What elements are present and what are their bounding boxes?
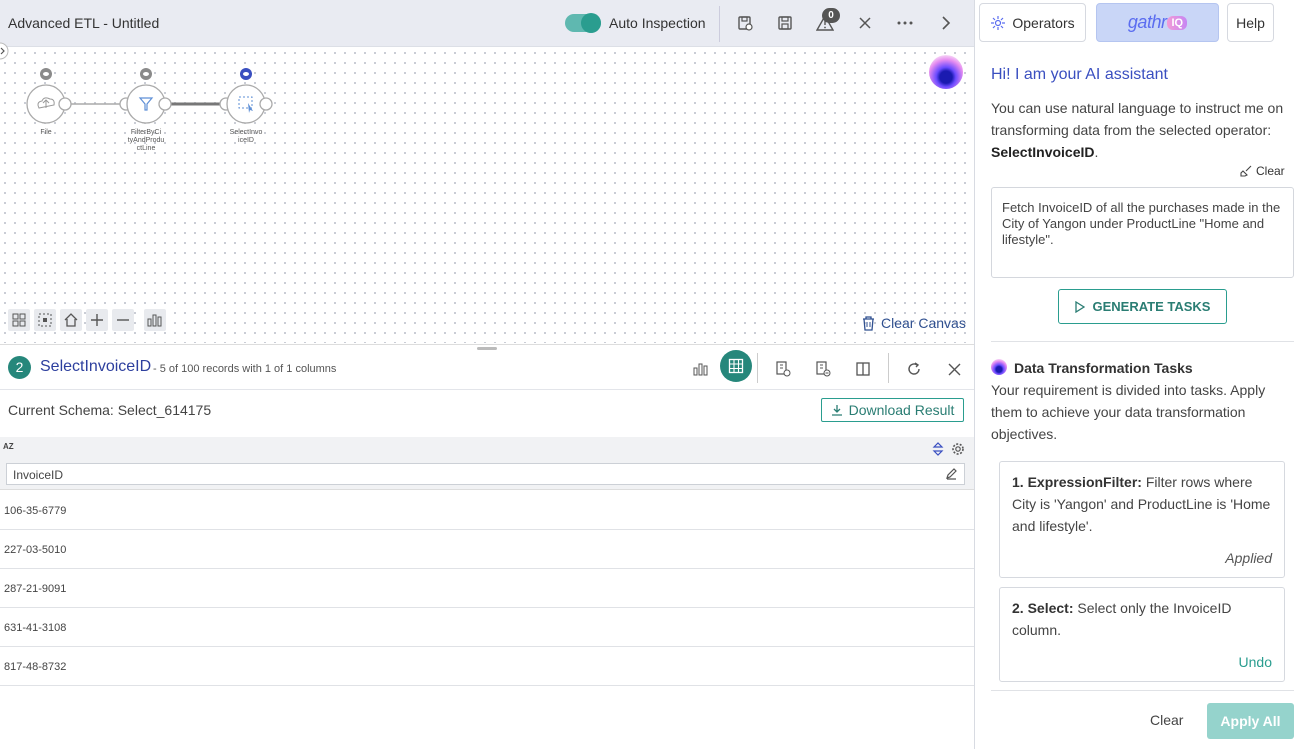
panel-divider xyxy=(0,344,975,345)
column-name-label: InvoiceID xyxy=(13,468,64,482)
node-select[interactable] xyxy=(219,68,273,124)
zoom-in-icon[interactable] xyxy=(86,309,108,331)
close-icon[interactable] xyxy=(854,12,876,34)
task-undo-link[interactable]: Undo xyxy=(1239,651,1272,673)
ai-description: You can use natural language to instruct… xyxy=(991,97,1291,163)
node-label-select: SelectInvo iceID xyxy=(229,129,263,144)
tasks-description: Your requirement is divided into tasks. … xyxy=(991,382,1266,442)
broom-icon xyxy=(1240,165,1252,177)
schema-bar: Current Schema: Select_614175 Download R… xyxy=(0,391,975,436)
clear-prompt-label: Clear xyxy=(1256,164,1285,178)
node-file[interactable] xyxy=(26,68,72,124)
tab-operators-label: Operators xyxy=(1012,14,1075,31)
table-row: 106-35-6779 xyxy=(0,491,975,530)
result-subtitle: - 5 of 100 records with 1 of 1 columns xyxy=(153,363,337,375)
table-row: 227-03-5010 xyxy=(0,530,975,569)
clear-canvas-button[interactable]: Clear Canvas xyxy=(862,315,966,331)
more-options-icon[interactable] xyxy=(894,12,916,34)
fit-view-icon[interactable] xyxy=(8,309,30,331)
download-result-button[interactable]: Download Result xyxy=(821,398,964,422)
play-icon xyxy=(1074,300,1085,313)
table-cell: 631-41-3108 xyxy=(4,622,67,634)
chart-view-icon[interactable] xyxy=(144,309,166,331)
node-label-file: File xyxy=(40,129,52,136)
string-type-icon: AZ xyxy=(3,442,14,451)
selected-operator-name: SelectInvoiceID xyxy=(991,144,1095,160)
clear-canvas-label: Clear Canvas xyxy=(881,315,966,331)
table-row: 631-41-3108 xyxy=(0,608,975,647)
table-cell: 817-48-8732 xyxy=(4,661,67,673)
tab-gathr-iq[interactable]: gathr IQ xyxy=(1096,3,1219,42)
close-icon[interactable] xyxy=(939,354,969,384)
toolbar-divider xyxy=(719,6,720,42)
chevron-right-icon[interactable] xyxy=(935,12,957,34)
table-view-icon[interactable] xyxy=(720,350,752,382)
generate-tasks-label: GENERATE TASKS xyxy=(1092,299,1211,314)
split-view-icon[interactable] xyxy=(848,354,878,384)
node-filter[interactable] xyxy=(119,68,172,124)
task-status-applied: Applied xyxy=(1225,550,1272,566)
remove-column-icon[interactable] xyxy=(808,354,838,384)
save-icon[interactable] xyxy=(774,12,796,34)
section-divider xyxy=(991,690,1294,691)
ai-description-end: . xyxy=(1094,144,1099,160)
save-as-icon[interactable] xyxy=(734,12,756,34)
generate-tasks-button[interactable]: GENERATE TASKS xyxy=(1058,289,1227,324)
result-header: 2 SelectInvoiceID - 5 of 100 records wit… xyxy=(0,350,975,390)
task-card: 1. ExpressionFilter: Filter rows where C… xyxy=(999,461,1285,578)
node-label-filter: FilterByCi tyAndProdu ctLine xyxy=(127,129,165,152)
task-card: 2. Select: Select only the InvoiceID col… xyxy=(999,587,1285,682)
add-column-icon[interactable] xyxy=(768,354,798,384)
trash-icon xyxy=(863,315,874,331)
table-cell: 106-35-6779 xyxy=(4,505,67,517)
ai-greeting: Hi! I am your AI assistant xyxy=(991,66,1168,83)
result-title: SelectInvoiceID xyxy=(40,358,152,375)
refresh-icon[interactable] xyxy=(899,354,929,384)
task-heading: 1. ExpressionFilter: xyxy=(1012,474,1142,490)
prompt-textarea[interactable]: Fetch InvoiceID of all the purchases mad… xyxy=(991,187,1294,278)
auto-inspection-toggle[interactable] xyxy=(565,13,601,33)
auto-inspection-label: Auto Inspection xyxy=(609,15,706,31)
step-number-badge: 2 xyxy=(8,356,31,379)
column-name-field[interactable]: InvoiceID xyxy=(6,463,965,485)
ai-assistant-orb-icon[interactable] xyxy=(929,55,963,89)
tab-help[interactable]: Help xyxy=(1227,3,1274,42)
ai-assistant-panel: Operators gathr IQ Help Hi! I am your AI… xyxy=(975,0,1306,749)
app-title: Advanced ETL - Untitled xyxy=(8,15,160,31)
home-icon[interactable] xyxy=(60,309,82,331)
table-row: 817-48-8732 xyxy=(0,647,975,686)
ai-description-text: You can use natural language to instruct… xyxy=(991,100,1284,138)
top-bar: Advanced ETL - Untitled Auto Inspection … xyxy=(0,0,975,47)
select-area-icon[interactable] xyxy=(34,309,56,331)
task-heading: 2. Select: xyxy=(1012,600,1074,616)
operators-icon xyxy=(991,15,1006,30)
canvas-toolbar xyxy=(8,309,166,335)
table-cell: 287-21-9091 xyxy=(4,583,67,595)
tab-help-label: Help xyxy=(1236,14,1265,31)
download-result-label: Download Result xyxy=(848,402,955,418)
section-divider xyxy=(991,341,1294,342)
table-row: 287-21-9091 xyxy=(0,569,975,608)
ai-orb-icon xyxy=(991,359,1007,375)
clear-prompt-button[interactable]: Clear xyxy=(1240,164,1285,178)
zoom-out-icon[interactable] xyxy=(112,309,134,331)
gathr-iq-logo: IQ xyxy=(1167,15,1188,30)
tasks-title: Data Transformation Tasks xyxy=(1014,360,1193,376)
apply-all-button[interactable]: Apply All xyxy=(1207,703,1294,739)
edit-icon[interactable] xyxy=(945,467,958,480)
header-divider xyxy=(757,353,758,383)
chart-view-icon[interactable] xyxy=(686,354,716,384)
tab-operators[interactable]: Operators xyxy=(979,3,1086,42)
clear-button[interactable]: Clear xyxy=(1150,712,1183,728)
header-divider xyxy=(888,353,889,383)
current-schema-label: Current Schema: Select_614175 xyxy=(8,402,212,418)
gathr-logo: gathr xyxy=(1127,12,1167,32)
warnings-count-badge: 0 xyxy=(822,8,840,23)
sort-icon[interactable] xyxy=(932,442,944,456)
gear-icon[interactable] xyxy=(951,442,965,456)
column-header: AZ InvoiceID xyxy=(0,437,975,490)
download-icon xyxy=(831,405,842,416)
table-cell: 227-03-5010 xyxy=(4,544,67,556)
